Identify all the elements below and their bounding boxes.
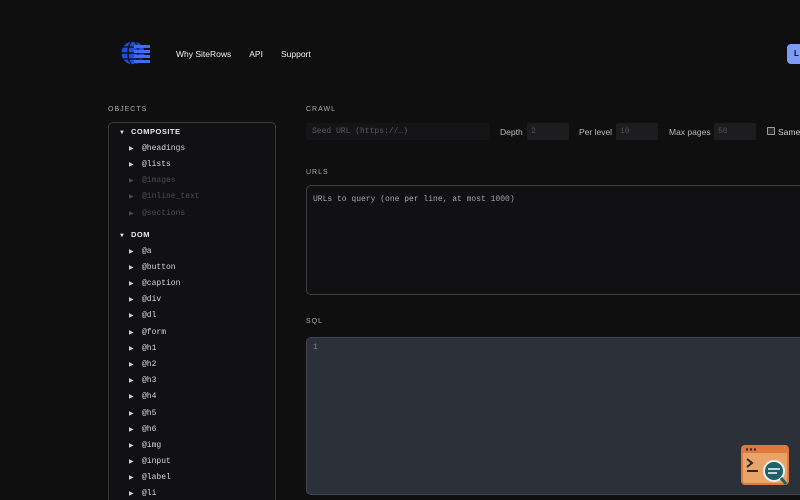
object-item-img[interactable]: ▶ @img xyxy=(129,440,161,450)
per-level-label: Per level xyxy=(579,127,613,137)
object-item-dl[interactable]: ▶ @dl xyxy=(129,310,156,320)
objects-panel: ▼ COMPOSITE ▶ @headings ▶ @lists ▶ @images ▶… xyxy=(108,122,276,500)
depth-label: Depth xyxy=(500,127,523,137)
chevron-right-icon: ▶ xyxy=(129,362,134,368)
chevron-right-icon: ▶ xyxy=(129,313,134,319)
object-item-form[interactable]: ▶ @form xyxy=(129,327,166,337)
chevron-right-icon: ▶ xyxy=(129,443,134,449)
group-composite[interactable]: ▼ COMPOSITE xyxy=(119,127,181,136)
nav-link-api[interactable]: API xyxy=(249,49,263,59)
sql-editor[interactable]: 1 xyxy=(306,337,800,495)
object-item-h2[interactable]: ▶ @h2 xyxy=(129,359,156,369)
chevron-right-icon: ▶ xyxy=(129,281,134,287)
chevron-right-icon: ▶ xyxy=(129,297,134,303)
urls-section-label: URLS xyxy=(306,169,329,176)
object-item-div[interactable]: ▶ @div xyxy=(129,294,161,304)
main-nav: Why SiteRows API Support xyxy=(176,49,329,59)
object-item-lists[interactable]: ▶ @lists xyxy=(129,159,171,169)
crawl-section-label: CRAWL xyxy=(306,106,337,113)
chevron-right-icon: ▶ xyxy=(129,162,134,168)
object-item-h5[interactable]: ▶ @h5 xyxy=(129,408,156,418)
object-item-h1[interactable]: ▶ @h1 xyxy=(129,343,156,353)
object-item-h3[interactable]: ▶ @h3 xyxy=(129,375,156,385)
site-logo-globe-icon[interactable] xyxy=(120,38,152,68)
chevron-right-icon: ▶ xyxy=(129,330,134,336)
objects-section-label: OBJECTS xyxy=(108,106,148,113)
object-item-images: ▶ @images xyxy=(129,176,176,185)
chevron-right-icon: ▶ xyxy=(129,178,134,184)
object-item-input[interactable]: ▶ @input xyxy=(129,456,171,466)
chevron-right-icon: ▶ xyxy=(129,194,134,200)
chevron-right-icon: ▶ xyxy=(129,427,134,433)
nav-link-why-siterows[interactable]: Why SiteRows xyxy=(176,49,231,59)
object-item-h4[interactable]: ▶ @h4 xyxy=(129,391,156,401)
chevron-down-icon: ▼ xyxy=(119,130,126,136)
depth-input[interactable]: 2 xyxy=(527,123,569,140)
chevron-right-icon: ▶ xyxy=(129,146,134,152)
object-item-button[interactable]: ▶ @button xyxy=(129,262,176,272)
nav-link-support[interactable]: Support xyxy=(281,49,311,59)
chevron-right-icon: ▶ xyxy=(129,249,134,255)
chevron-right-icon: ▶ xyxy=(129,475,134,481)
chevron-right-icon: ▶ xyxy=(129,346,134,352)
seed-url-input[interactable]: Seed URL (https://…) xyxy=(306,123,490,140)
max-pages-label: Max pages xyxy=(669,127,711,137)
chevron-right-icon: ▶ xyxy=(129,394,134,400)
sql-line-number: 1 xyxy=(313,343,318,352)
chevron-right-icon: ▶ xyxy=(129,211,134,217)
chevron-right-icon: ▶ xyxy=(129,411,134,417)
same-checkbox[interactable] xyxy=(767,127,775,135)
max-pages-input[interactable]: 50 xyxy=(714,123,756,140)
chevron-down-icon: ▼ xyxy=(119,233,126,239)
object-item-h6[interactable]: ▶ @h6 xyxy=(129,424,156,434)
urls-textarea[interactable]: URLs to query (one per line, at most 100… xyxy=(306,185,800,295)
terminal-search-icon[interactable] xyxy=(740,444,792,488)
object-item-li[interactable]: ▶ @li xyxy=(129,488,156,498)
chevron-right-icon: ▶ xyxy=(129,378,134,384)
header-action-button[interactable]: L xyxy=(787,44,800,64)
chevron-right-icon: ▶ xyxy=(129,265,134,271)
object-item-label[interactable]: ▶ @label xyxy=(129,472,171,482)
object-item-headings[interactable]: ▶ @headings xyxy=(129,143,185,153)
chevron-right-icon: ▶ xyxy=(129,459,134,465)
object-item-inline-text: ▶ @inline_text xyxy=(129,192,200,201)
chevron-right-icon: ▶ xyxy=(129,491,134,497)
object-item-a[interactable]: ▶ @a xyxy=(129,246,152,256)
per-level-input[interactable]: 10 xyxy=(616,123,658,140)
same-checkbox-label: Same xyxy=(778,127,800,137)
sql-section-label: SQL xyxy=(306,318,324,325)
object-item-sections: ▶ @sections xyxy=(129,209,186,218)
group-dom[interactable]: ▼ DOM xyxy=(119,230,150,239)
object-item-caption[interactable]: ▶ @caption xyxy=(129,278,180,288)
